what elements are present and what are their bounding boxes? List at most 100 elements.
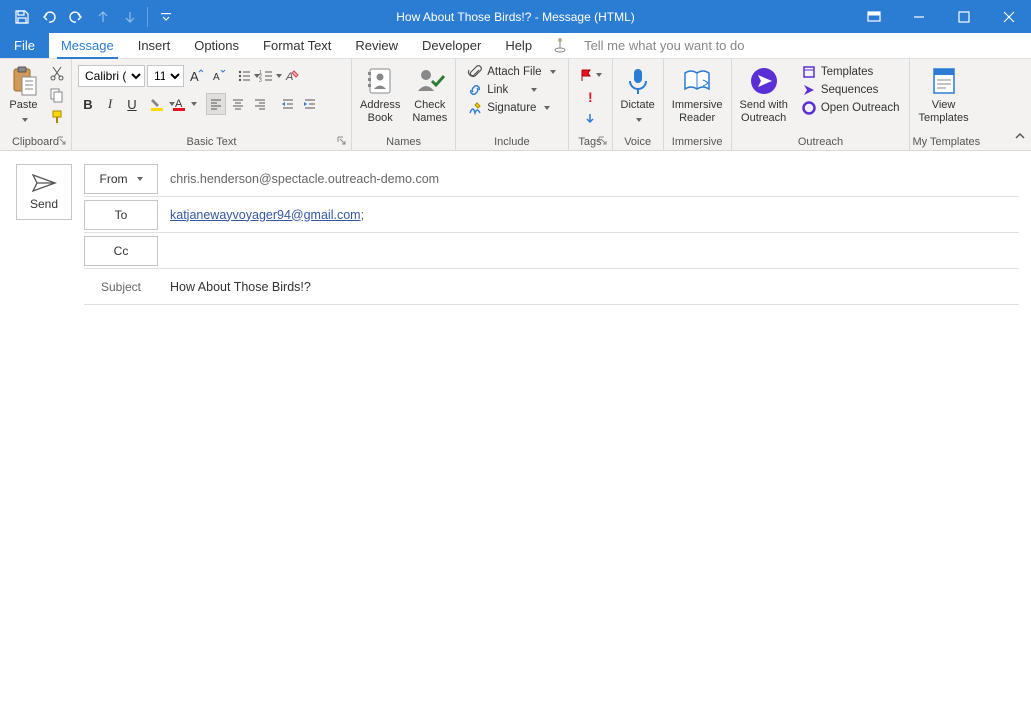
tab-options[interactable]: Options — [182, 33, 251, 58]
svg-text:!: ! — [588, 89, 593, 105]
underline-icon[interactable]: U — [122, 93, 142, 115]
close-icon[interactable] — [986, 0, 1031, 33]
tab-insert[interactable]: Insert — [126, 33, 183, 58]
paperclip-icon — [468, 65, 482, 79]
from-button[interactable]: From — [84, 164, 158, 194]
address-book-button[interactable]: Address Book — [354, 61, 406, 125]
tab-format-text[interactable]: Format Text — [251, 33, 343, 58]
font-name-select[interactable]: Calibri (Bod — [78, 65, 145, 87]
bold-icon[interactable]: B — [78, 93, 98, 115]
attach-file-button[interactable]: Attach File — [462, 63, 561, 81]
tab-file[interactable]: File — [0, 33, 49, 58]
save-icon[interactable] — [8, 3, 35, 30]
font-color-icon[interactable]: A — [174, 93, 194, 115]
tab-message[interactable]: Message — [49, 33, 126, 58]
numbering-icon[interactable]: 123 — [260, 65, 280, 87]
group-voice: Dictate Voice — [613, 59, 664, 150]
send-button[interactable]: Send — [16, 164, 72, 220]
launcher-icon[interactable] — [336, 135, 347, 146]
align-left-icon[interactable] — [206, 93, 226, 115]
high-importance-icon[interactable]: ! — [580, 87, 600, 107]
launcher-icon[interactable] — [597, 135, 608, 146]
subject-label: Subject — [84, 280, 158, 294]
subject-row: Subject How About Those Birds!? — [84, 269, 1019, 305]
signature-icon — [468, 101, 482, 115]
to-button[interactable]: To — [84, 200, 158, 230]
group-names: Address Book Check Names Names — [352, 59, 456, 150]
signature-button[interactable]: Signature — [462, 99, 556, 117]
subject-field[interactable]: How About Those Birds!? — [170, 276, 1019, 298]
link-button[interactable]: Link — [462, 81, 543, 99]
window-title: How About Those Birds!? - Message (HTML) — [396, 10, 635, 24]
sequences-button[interactable]: Sequences — [796, 81, 906, 99]
help-icon[interactable] — [544, 33, 576, 58]
ribbon-display-icon[interactable] — [851, 0, 896, 33]
bullets-icon[interactable] — [238, 65, 258, 87]
outreach-send-icon — [748, 65, 780, 97]
undo-icon[interactable] — [35, 3, 62, 30]
group-my-templates: View Templates My Templates — [910, 59, 982, 150]
paste-icon — [8, 65, 40, 97]
paste-button[interactable]: Paste — [2, 61, 45, 126]
clear-formatting-icon[interactable]: A — [282, 65, 302, 87]
tab-review[interactable]: Review — [343, 33, 410, 58]
message-body[interactable] — [0, 305, 1031, 695]
open-outreach-button[interactable]: Open Outreach — [796, 99, 906, 117]
book-icon — [681, 65, 713, 97]
cc-button[interactable]: Cc — [84, 236, 158, 266]
next-icon[interactable] — [116, 3, 143, 30]
cut-icon[interactable] — [47, 63, 67, 83]
tab-help[interactable]: Help — [493, 33, 544, 58]
maximize-icon[interactable] — [941, 0, 986, 33]
decrease-indent-icon[interactable] — [278, 93, 298, 115]
check-names-button[interactable]: Check Names — [406, 61, 453, 125]
link-icon — [468, 83, 482, 97]
increase-font-icon[interactable]: A — [186, 65, 206, 87]
align-right-icon[interactable] — [250, 93, 270, 115]
templates-button[interactable]: Templates — [796, 63, 906, 81]
highlight-icon[interactable] — [152, 93, 172, 115]
address-book-icon — [364, 65, 396, 97]
follow-up-icon[interactable] — [580, 65, 600, 85]
format-painter-icon[interactable] — [47, 107, 67, 127]
send-icon — [31, 173, 57, 193]
increase-indent-icon[interactable] — [300, 93, 320, 115]
view-templates-button[interactable]: View Templates — [912, 61, 974, 125]
immersive-reader-button[interactable]: Immersive Reader — [666, 61, 729, 125]
group-tags: ! Tags — [569, 59, 613, 150]
low-importance-icon[interactable] — [580, 109, 600, 129]
qat-customize-icon[interactable] — [152, 3, 179, 30]
italic-icon[interactable]: I — [100, 93, 120, 115]
to-field[interactable]: katjanewayvoyager94@gmail.com; — [170, 204, 1019, 226]
decrease-font-icon[interactable]: A — [208, 65, 228, 87]
window-controls — [851, 0, 1031, 33]
chevron-down-icon — [19, 112, 28, 126]
outreach-logo-icon — [802, 101, 816, 115]
send-with-outreach-button[interactable]: Send with Outreach — [734, 61, 794, 125]
redo-icon[interactable] — [62, 3, 89, 30]
tab-developer[interactable]: Developer — [410, 33, 493, 58]
minimize-icon[interactable] — [896, 0, 941, 33]
group-include: Attach File Link Signature Include — [456, 59, 568, 150]
cc-field[interactable] — [170, 247, 1019, 255]
view-templates-icon — [928, 65, 960, 97]
dictate-button[interactable]: Dictate — [615, 61, 661, 126]
recipient-chip[interactable]: katjanewayvoyager94@gmail.com — [170, 208, 361, 222]
ribbon: Paste Clipboard Calibri (Bod 11 A A 123 … — [0, 59, 1031, 151]
svg-text:A: A — [213, 72, 220, 83]
font-size-select[interactable]: 11 — [147, 65, 184, 87]
compose-header: Send From chris.henderson@spectacle.outr… — [0, 151, 1031, 305]
launcher-icon[interactable] — [56, 135, 67, 146]
collapse-ribbon-icon[interactable] — [1013, 129, 1027, 146]
group-clipboard: Paste Clipboard — [0, 59, 72, 150]
quick-access-toolbar — [0, 3, 179, 30]
microphone-icon — [622, 65, 654, 97]
align-center-icon[interactable] — [228, 93, 248, 115]
ribbon-tabs: File Message Insert Options Format Text … — [0, 33, 1031, 59]
from-row: From chris.henderson@spectacle.outreach-… — [84, 161, 1019, 197]
previous-icon[interactable] — [89, 3, 116, 30]
tell-me-input[interactable]: Tell me what you want to do — [576, 33, 752, 58]
copy-icon[interactable] — [47, 85, 67, 105]
from-value[interactable]: chris.henderson@spectacle.outreach-demo.… — [170, 168, 1019, 190]
svg-text:3: 3 — [259, 78, 262, 84]
